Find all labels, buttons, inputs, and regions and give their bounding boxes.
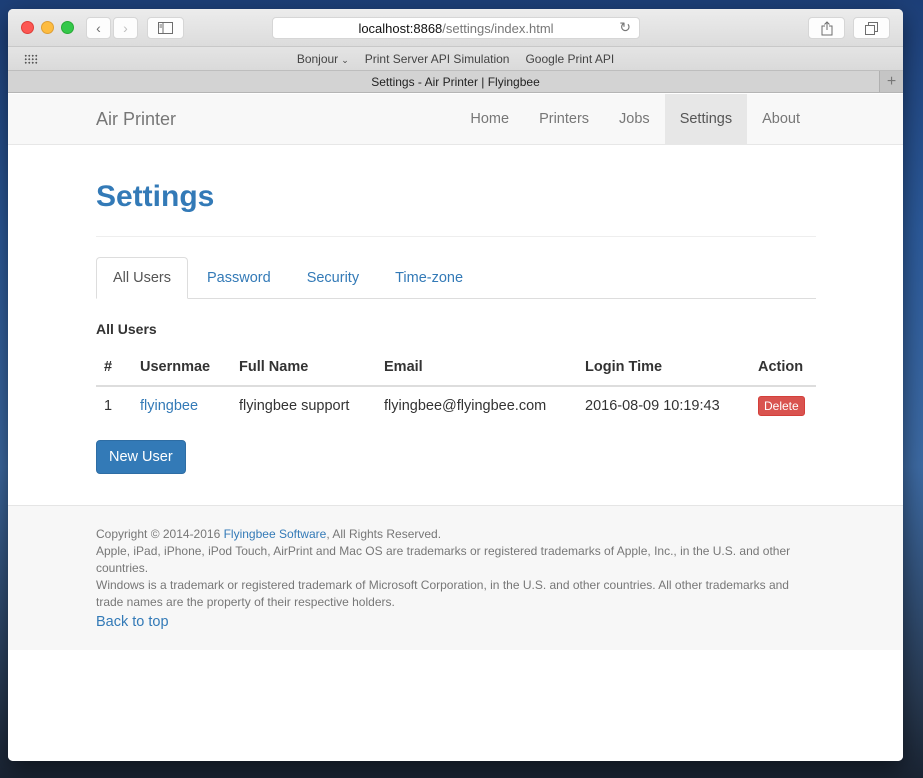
col-username: Usernmae: [132, 349, 231, 387]
browser-window: ‹ › localhost:8868/settings/index.html ↻…: [8, 9, 903, 761]
table-header-row: # Usernmae Full Name Email Login Time Ac…: [96, 349, 816, 387]
section-title: All Users: [96, 321, 157, 337]
page-title: Settings: [96, 180, 215, 213]
cell-action: Delete: [750, 386, 816, 424]
reload-icon[interactable]: ↻: [619, 19, 631, 36]
new-tab-button[interactable]: +: [879, 71, 903, 92]
cell-email: flyingbee@flyingbee.com: [384, 397, 547, 414]
col-full-name: Full Name: [231, 349, 376, 387]
nav-printers[interactable]: Printers: [524, 94, 604, 144]
username-link[interactable]: flyingbee: [140, 398, 198, 414]
users-table: # Usernmae Full Name Email Login Time Ac…: [96, 349, 816, 424]
forward-button[interactable]: ›: [113, 17, 138, 39]
tab-time-zone[interactable]: Time-zone: [378, 257, 480, 298]
delete-user-button[interactable]: Delete: [758, 395, 805, 416]
tab-all-users[interactable]: All Users: [96, 257, 189, 299]
url-host: localhost:8868: [358, 20, 443, 36]
sidebar-toggle-button[interactable]: [147, 17, 184, 39]
plus-icon: +: [886, 72, 897, 90]
cell-username: flyingbee: [132, 386, 231, 424]
brand-logo[interactable]: Air Printer: [96, 109, 176, 130]
close-window-button[interactable]: [21, 21, 34, 34]
chevron-left-icon: ‹: [96, 20, 101, 36]
sidebar-icon: [158, 22, 173, 34]
new-user-button[interactable]: New User: [96, 440, 186, 474]
apple-trademark-notice: Apple, iPad, iPhone, iPod Touch, AirPrin…: [96, 544, 791, 575]
nav-about[interactable]: About: [747, 94, 815, 144]
favorites-bar: Bonjour ⌄ Print Server API Simulation Goo…: [8, 47, 903, 71]
browser-tab-bar: Settings - Air Printer | Flyingbee +: [8, 71, 903, 93]
chevron-down-icon: ⌄: [341, 54, 349, 65]
page-header: Settings: [96, 180, 816, 237]
cell-full-name: flyingbee support: [239, 397, 350, 414]
site-navbar: Air Printer Home Printers Jobs Settings …: [8, 94, 903, 145]
tab-security[interactable]: Security: [290, 257, 376, 298]
tabs-overview-icon: [865, 21, 878, 35]
nav-home[interactable]: Home: [455, 94, 524, 144]
company-link[interactable]: Flyingbee Software: [224, 527, 327, 541]
nav-settings[interactable]: Settings: [664, 94, 748, 144]
browser-tab-title[interactable]: Settings - Air Printer | Flyingbee: [371, 75, 540, 89]
browser-toolbar: ‹ › localhost:8868/settings/index.html ↻: [8, 9, 903, 47]
favorite-google-print-api[interactable]: Google Print API: [525, 52, 614, 66]
back-to-top-link[interactable]: Back to top: [96, 614, 816, 631]
copyright-line: Copyright © 2014-2016 Flyingbee Software…: [96, 527, 442, 541]
footer-content: Copyright © 2014-2016 Flyingbee Software…: [96, 526, 816, 631]
url-path: /settings/index.html: [442, 20, 554, 36]
site-footer: Copyright © 2014-2016 Flyingbee Software…: [8, 505, 903, 650]
address-bar[interactable]: localhost:8868/settings/index.html ↻: [272, 17, 640, 39]
cell-login-time: 2016-08-09 10:19:43: [585, 397, 720, 414]
nav-jobs[interactable]: Jobs: [604, 94, 665, 144]
col-email: Email: [376, 349, 577, 387]
chevron-right-icon: ›: [123, 20, 128, 36]
favorites-grid-icon[interactable]: [24, 54, 38, 64]
share-icon: [821, 20, 832, 35]
cell-index: 1: [104, 397, 113, 414]
favorite-print-server-api[interactable]: Print Server API Simulation: [365, 52, 510, 66]
tab-password[interactable]: Password: [190, 257, 288, 298]
col-action: Action: [750, 349, 816, 387]
col-index: #: [96, 349, 132, 387]
minimize-window-button[interactable]: [41, 21, 54, 34]
windows-trademark-notice: Windows is a trademark or registered tra…: [96, 578, 789, 609]
share-button[interactable]: [808, 17, 845, 39]
maximize-window-button[interactable]: [61, 21, 74, 34]
settings-tabs: All Users Password Security Time-zone: [96, 257, 816, 299]
col-login-time: Login Time: [577, 349, 750, 387]
show-tabs-button[interactable]: [853, 17, 890, 39]
main-nav: Home Printers Jobs Settings About: [455, 94, 815, 144]
back-button[interactable]: ‹: [86, 17, 111, 39]
web-page: Air Printer Home Printers Jobs Settings …: [8, 94, 903, 761]
table-row: 1 flyingbee flyingbee support flyingbee@…: [96, 386, 816, 424]
favorite-bonjour[interactable]: Bonjour ⌄: [297, 52, 349, 66]
